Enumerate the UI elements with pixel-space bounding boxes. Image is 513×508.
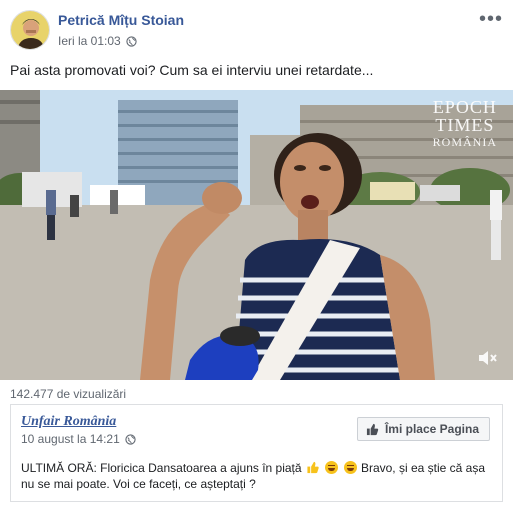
author-avatar[interactable] [10,10,50,50]
epoch-times-watermark: EPOCH TIMES ROMÂNIA [433,98,497,148]
shared-text-part1: ULTIMĂ ORĂ: Floricica Dansatoarea a ajun… [21,461,302,475]
thumbs-up-icon [366,423,379,436]
view-count: 142.477 de vizualizări [10,387,127,401]
facebook-post: Petrică Mîțu Stoian Ieri la 01:03 ••• Pa… [0,0,513,508]
laughing-emoji-icon [325,461,339,474]
watermark-line1: EPOCH [432,97,497,117]
post-caption: Pai asta promovati voi? Cum sa ei interv… [10,62,374,78]
shared-post-card: Unfair România 10 august la 14:21 Îmi pl… [10,404,503,502]
thumbs-up-emoji-icon [306,461,320,474]
globe-icon [125,433,136,445]
like-page-button[interactable]: Îmi place Pagina [356,417,490,441]
shared-post-text: ULTIMĂ ORĂ: Floricica Dansatoarea a ajun… [21,460,491,492]
speaker-muted-icon[interactable] [477,348,499,368]
shared-post-timestamp[interactable]: 10 august la 14:21 [21,432,120,446]
laughing-emoji-icon [343,461,357,474]
more-options-icon[interactable]: ••• [479,8,503,31]
watermark-line3: ROMÂNIA [432,135,497,149]
globe-icon [126,35,137,47]
shared-post-meta: 10 august la 14:21 [21,432,136,446]
author-name-link[interactable]: Petrică Mîțu Stoian [58,12,184,28]
shared-page-name-link[interactable]: Unfair România [21,414,116,430]
watermark-line2: TIMES [435,115,495,135]
post-meta: Ieri la 01:03 [58,34,137,48]
video-player[interactable]: EPOCH TIMES ROMÂNIA [0,90,513,380]
post-timestamp[interactable]: Ieri la 01:03 [58,34,121,48]
like-page-label: Îmi place Pagina [384,422,479,436]
